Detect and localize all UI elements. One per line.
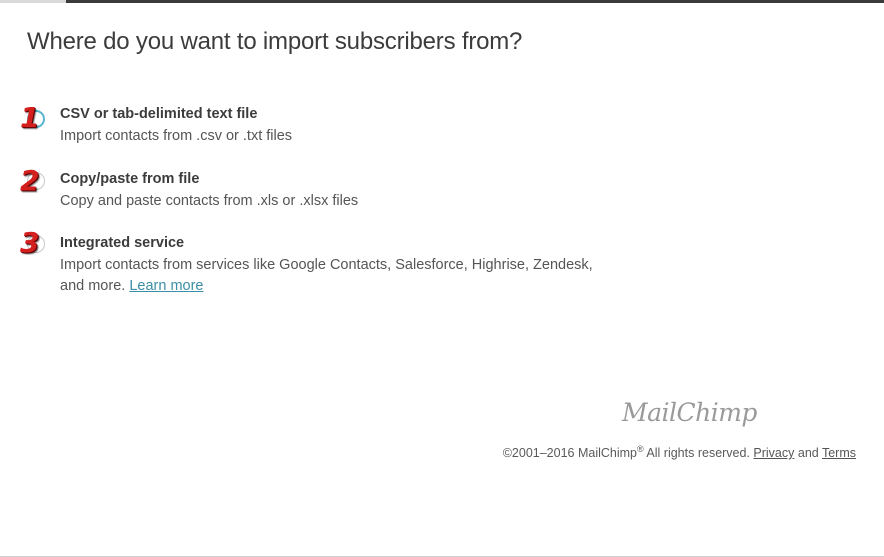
annotation-number-2: 2 [20, 164, 40, 197]
copyright-text: ©2001–2016 MailChimp [502, 446, 637, 461]
privacy-link[interactable]: Privacy [753, 446, 794, 460]
footer: ©2001–2016 MailChimp® All rights reserve… [503, 444, 856, 460]
option-title-integrated: Integrated service [60, 235, 185, 251]
annotation-number-3: 3 [20, 226, 40, 259]
registered-mark: ® [637, 444, 644, 454]
page-title: Where do you want to import subscribers … [27, 28, 523, 55]
option-title-copy-paste: Copy/paste from file [60, 171, 200, 187]
rights-text: All rights reserved. [643, 446, 754, 461]
option-desc-integrated: Import contacts from services like Googl… [60, 255, 600, 297]
mailchimp-logo: MailChimp [622, 398, 757, 427]
annotation-number-1: 1 [20, 101, 40, 134]
option-desc-csv: Import contacts from .csv or .txt files [60, 128, 293, 144]
option-title-csv: CSV or tab-delimited text file [60, 106, 258, 122]
top-progress-bar [0, 0, 884, 3]
learn-more-link[interactable]: Learn more [129, 278, 203, 294]
and-text: and [794, 446, 822, 461]
option-desc-copy-paste: Copy and paste contacts from .xls or .xl… [60, 193, 359, 209]
terms-link[interactable]: Terms [822, 446, 856, 460]
top-progress-segment [0, 0, 66, 3]
